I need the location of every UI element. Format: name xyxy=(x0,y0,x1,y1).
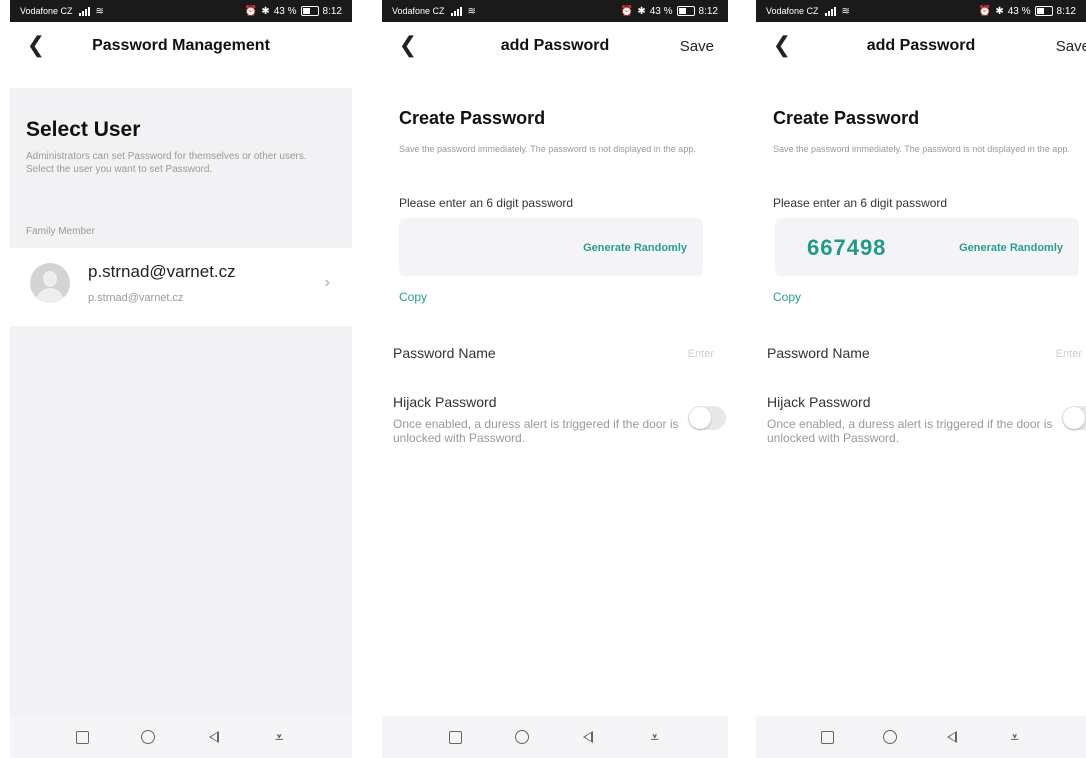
wifi-icon: ≋ xyxy=(467,5,476,17)
battery-percent: 43 % xyxy=(1007,5,1031,17)
user-avatar-icon xyxy=(30,263,70,303)
clock: 8:12 xyxy=(1056,5,1076,17)
hijack-password-description: Once enabled, a duress alert is triggere… xyxy=(767,417,1053,445)
section-label: Family Member xyxy=(26,226,95,237)
carrier-name: Vodafone CZ xyxy=(392,6,445,16)
password-name-label: Password Name xyxy=(393,345,496,361)
page-title: Password Management xyxy=(92,37,270,54)
home-icon[interactable] xyxy=(136,730,160,744)
nav-bar: ❮ add Password Save xyxy=(382,22,728,70)
bluetooth-icon: ✱ xyxy=(637,5,646,17)
signal-icon xyxy=(450,6,462,16)
status-bar: Vodafone CZ ≋ ⏰ ✱ 43 % 8:12 xyxy=(382,0,728,22)
save-button[interactable]: Save xyxy=(680,38,714,55)
password-input[interactable]: 667498 Generate Randomly xyxy=(775,218,1079,276)
battery-icon xyxy=(676,6,695,16)
create-password-heading: Create Password xyxy=(773,108,920,128)
recent-apps-icon[interactable] xyxy=(815,730,839,744)
status-bar: Vodafone CZ ≋ ⏰ ✱ 43 % 8:12 xyxy=(756,0,1086,22)
page-title: add Password xyxy=(500,37,610,54)
notification-pull-icon[interactable]: ⩡ xyxy=(267,730,291,744)
system-nav-bar: ⩡ xyxy=(10,716,352,758)
page-title: add Password xyxy=(866,37,976,54)
notification-pull-icon[interactable]: ⩡ xyxy=(1003,730,1027,744)
hijack-toggle[interactable] xyxy=(688,406,726,430)
nav-bar: ❮ add Password Save xyxy=(756,22,1086,70)
alarm-icon: ⏰ xyxy=(978,5,992,17)
hijack-password-label: Hijack Password xyxy=(393,394,497,410)
wifi-icon: ≋ xyxy=(95,5,104,17)
notification-pull-icon[interactable]: ⩡ xyxy=(643,730,667,744)
home-icon[interactable] xyxy=(510,730,534,744)
bluetooth-icon: ✱ xyxy=(995,5,1004,17)
create-password-description: Save the password immediately. The passw… xyxy=(399,144,696,154)
recent-apps-icon[interactable] xyxy=(71,730,95,744)
hijack-password-description: Once enabled, a duress alert is triggere… xyxy=(393,417,679,445)
copy-button[interactable]: Copy xyxy=(773,290,801,304)
clock: 8:12 xyxy=(698,5,718,17)
chevron-right-icon: › xyxy=(324,274,330,291)
password-value: 667498 xyxy=(807,235,887,260)
wifi-icon: ≋ xyxy=(841,5,850,17)
password-name-label: Password Name xyxy=(767,345,870,361)
select-user-heading: Select User xyxy=(26,118,141,141)
generate-randomly-button[interactable]: Generate Randomly xyxy=(959,242,1063,254)
save-button[interactable]: Save xyxy=(1056,38,1086,55)
carrier-name: Vodafone CZ xyxy=(20,6,73,16)
alarm-icon: ⏰ xyxy=(620,5,634,17)
clock: 8:12 xyxy=(322,5,342,17)
create-password-description: Save the password immediately. The passw… xyxy=(773,144,1070,154)
home-icon[interactable] xyxy=(878,730,902,744)
battery-icon xyxy=(300,6,319,16)
system-nav-bar: ⩡ xyxy=(756,716,1086,758)
content-area: Select User Administrators can set Passw… xyxy=(10,88,352,716)
screen-password-management: Vodafone CZ ≋ ⏰ ✱ 43 % 8:12 ❮ Password M… xyxy=(10,0,352,758)
back-icon[interactable]: ❮ xyxy=(26,32,46,57)
hijack-toggle[interactable] xyxy=(1062,406,1086,430)
back-icon[interactable]: ❮ xyxy=(398,32,418,57)
password-prompt: Please enter an 6 digit password xyxy=(773,196,948,210)
carrier-name: Vodafone CZ xyxy=(766,6,819,16)
password-input[interactable]: Generate Randomly xyxy=(399,218,703,276)
system-nav-bar: ⩡ xyxy=(382,716,728,758)
signal-icon xyxy=(824,6,836,16)
back-nav-icon[interactable] xyxy=(202,731,226,743)
nav-bar: ❮ Password Management xyxy=(10,22,352,70)
back-icon[interactable]: ❮ xyxy=(772,32,792,57)
user-list-item[interactable]: p.strnad@varnet.cz p.strnad@varnet.cz › xyxy=(10,248,352,326)
status-bar: Vodafone CZ ≋ ⏰ ✱ 43 % 8:12 xyxy=(10,0,352,22)
back-nav-icon[interactable] xyxy=(576,731,600,743)
select-user-description: Administrators can set Password for them… xyxy=(26,151,307,175)
hijack-password-label: Hijack Password xyxy=(767,394,871,410)
copy-button[interactable]: Copy xyxy=(399,290,427,304)
bluetooth-icon: ✱ xyxy=(261,5,270,17)
alarm-icon: ⏰ xyxy=(244,5,258,17)
password-name-input[interactable]: Enter xyxy=(688,348,714,360)
create-password-heading: Create Password xyxy=(399,108,546,128)
generate-randomly-button[interactable]: Generate Randomly xyxy=(583,242,687,254)
battery-icon xyxy=(1034,6,1053,16)
battery-percent: 43 % xyxy=(273,5,297,17)
signal-icon xyxy=(78,6,90,16)
battery-percent: 43 % xyxy=(649,5,673,17)
user-email: p.strnad@varnet.cz xyxy=(88,292,184,304)
password-name-input[interactable]: Enter xyxy=(1056,348,1082,360)
back-nav-icon[interactable] xyxy=(940,731,964,743)
password-prompt: Please enter an 6 digit password xyxy=(399,196,574,210)
user-name: p.strnad@varnet.cz xyxy=(88,262,236,281)
screen-add-password-generated: Vodafone CZ ≋ ⏰ ✱ 43 % 8:12 ❮ add Passwo… xyxy=(756,0,1086,758)
screen-add-password-empty: Vodafone CZ ≋ ⏰ ✱ 43 % 8:12 ❮ add Passwo… xyxy=(382,0,728,758)
recent-apps-icon[interactable] xyxy=(443,730,467,744)
